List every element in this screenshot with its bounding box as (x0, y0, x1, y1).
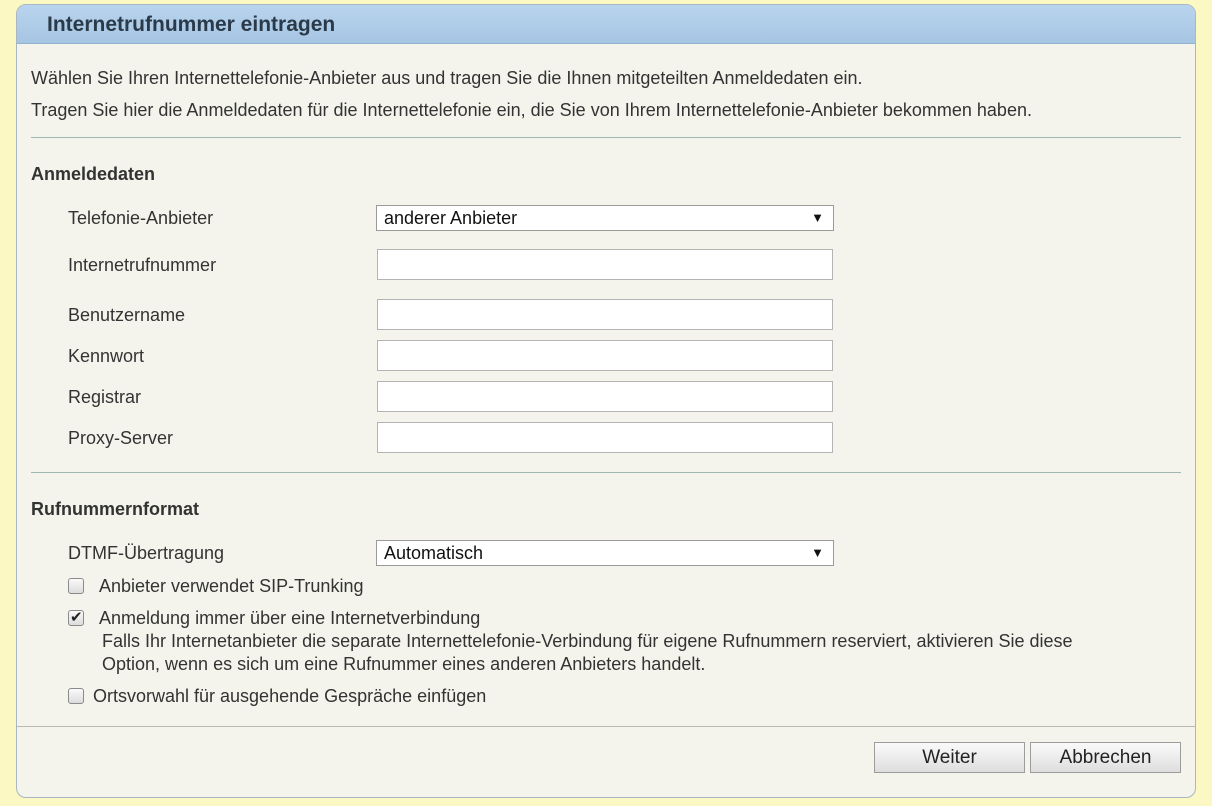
proxy-server-label: Proxy-Server (68, 428, 174, 448)
triangle-down-icon: ▼ (811, 545, 824, 560)
dialog-panel: Internetrufnummer eintragen Wählen Sie I… (16, 4, 1196, 798)
next-button[interactable]: Weiter (874, 742, 1025, 773)
always-internet-checkbox[interactable]: ✔ (68, 609, 84, 626)
dtmf-label: DTMF-Übertragung (68, 543, 225, 563)
password-input[interactable] (377, 340, 833, 371)
footer-divider (17, 726, 1195, 727)
registrar-input[interactable] (377, 381, 833, 412)
check-icon: ✔ (70, 609, 83, 626)
section-title-anmeldedaten: Anmeldedaten (31, 164, 156, 184)
internet-number-label: Internetrufnummer (68, 255, 217, 275)
internet-number-input[interactable] (377, 249, 833, 280)
username-label: Benutzername (68, 305, 186, 325)
cancel-button[interactable]: Abbrechen (1030, 742, 1181, 773)
area-code-checkbox[interactable] (68, 688, 84, 704)
section-title-rufnummernformat: Rufnummernformat (31, 499, 200, 519)
always-internet-hint-line2: Option, wenn es sich um eine Rufnummer e… (102, 654, 706, 674)
divider (31, 472, 1181, 473)
registrar-label: Registrar (68, 387, 142, 407)
divider (31, 137, 1181, 138)
provider-select-value: anderer Anbieter (384, 208, 518, 228)
sip-trunking-label: Anbieter verwendet SIP-Trunking (99, 576, 364, 596)
dialog-title: Internetrufnummer eintragen (17, 5, 1195, 44)
intro-text-line2: Tragen Sie hier die Anmeldedaten für die… (31, 100, 1032, 120)
always-internet-label: Anmeldung immer über eine Internetverbin… (99, 608, 481, 628)
dtmf-select[interactable]: Automatisch ▼ (376, 540, 834, 566)
area-code-label: Ortsvorwahl für ausgehende Gespräche ein… (93, 686, 487, 706)
dtmf-select-value: Automatisch (384, 543, 484, 563)
password-label: Kennwort (68, 346, 145, 366)
provider-select[interactable]: anderer Anbieter ▼ (376, 205, 834, 231)
proxy-server-input[interactable] (377, 422, 833, 453)
provider-label: Telefonie-Anbieter (68, 208, 214, 228)
username-input[interactable] (377, 299, 833, 330)
intro-text-line1: Wählen Sie Ihren Internettelefonie-Anbie… (31, 68, 863, 88)
always-internet-hint-line1: Falls Ihr Internetanbieter die separate … (102, 631, 1073, 651)
sip-trunking-checkbox[interactable] (68, 578, 84, 594)
triangle-down-icon: ▼ (811, 210, 824, 225)
